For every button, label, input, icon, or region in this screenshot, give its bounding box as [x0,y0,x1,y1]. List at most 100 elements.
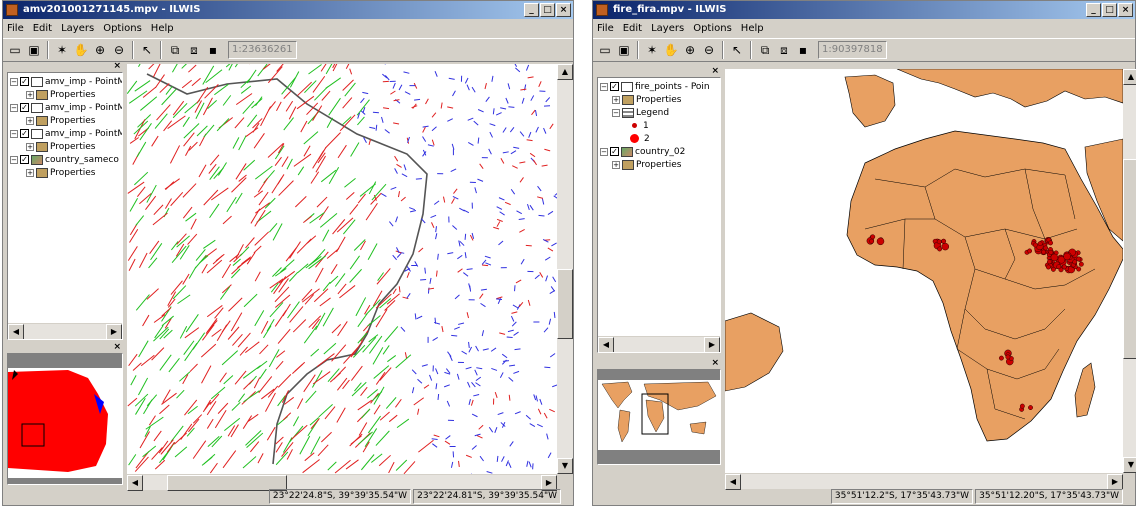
minimize-button[interactable]: _ [1086,3,1101,17]
menu-file[interactable]: File [7,20,24,37]
minimize-button[interactable]: _ [524,3,539,17]
title-bar[interactable]: amv201001271145.mpv - ILWIS _ □ × [3,1,573,19]
collapse-icon[interactable]: − [600,147,608,156]
collapse-icon[interactable]: − [612,108,620,117]
menu-layers[interactable]: Layers [61,20,94,37]
layer-name[interactable]: country_sameco [45,154,119,166]
layer-checkbox[interactable]: ✓ [610,147,619,156]
scroll-left-icon[interactable]: ◀ [598,337,614,352]
close-button[interactable]: × [1118,3,1133,17]
expand-icon[interactable]: + [26,142,34,151]
title-bar[interactable]: fire_fira.mpv - ILWIS _ □ × [593,1,1135,19]
properties-label[interactable]: Properties [636,94,681,106]
expand-icon[interactable]: + [26,168,34,177]
collapse-icon[interactable]: − [10,77,18,86]
expand-icon[interactable]: + [26,116,34,125]
layer-row[interactable]: − ✓ amv_imp - PointM [10,127,122,140]
zoom-out-icon[interactable]: ⊖ [701,42,717,58]
layer-row[interactable]: − ✓ amv_imp - PointM [10,101,122,114]
horizontal-scrollbar[interactable]: ◀ ▶ [8,323,122,339]
maximize-button[interactable]: □ [540,3,555,17]
scroll-thumb[interactable] [1123,159,1136,359]
pointer-icon[interactable]: ✶ [644,42,660,58]
overview-map[interactable] [7,353,123,485]
layer-name[interactable]: country_02 [635,146,685,158]
layer-name[interactable]: amv_imp - PointM [45,76,122,88]
layer-name[interactable]: amv_imp - PointM [45,128,122,140]
open-icon[interactable]: ▣ [616,42,632,58]
scale-field[interactable]: 1:23636261 [228,41,297,59]
scroll-up-icon[interactable]: ▲ [557,64,573,80]
layer-row[interactable]: − ✓ amv_imp - PointM [10,75,122,88]
zoom-in-icon[interactable]: ⊕ [682,42,698,58]
menu-edit[interactable]: Edit [623,20,642,37]
new-map-icon[interactable]: ▭ [597,42,613,58]
select-icon[interactable]: ↖ [139,42,155,58]
properties-row[interactable]: + Properties [600,158,710,171]
scroll-right-icon[interactable]: ▶ [106,324,122,339]
panel-grip[interactable]: × [7,61,123,71]
properties-label[interactable]: Properties [50,115,95,127]
layer-name[interactable]: amv_imp - PointM [45,102,122,114]
close-panel-icon[interactable]: × [711,358,719,368]
expand-icon[interactable]: + [612,95,620,104]
layer-row[interactable]: − ✓ country_sameco [10,153,122,166]
layer-checkbox[interactable]: ✓ [20,155,29,164]
save-icon[interactable]: ▪ [205,42,221,58]
collapse-icon[interactable]: − [10,103,18,112]
layer-remove-icon[interactable]: ⧈ [776,42,792,58]
scroll-down-icon[interactable]: ▼ [557,458,573,474]
scroll-right-icon[interactable]: ▶ [704,337,720,352]
layer-checkbox[interactable]: ✓ [610,82,619,91]
close-panel-icon[interactable]: × [113,61,121,71]
panel-grip[interactable]: × [7,342,123,352]
scroll-thumb[interactable] [557,269,573,339]
layer-checkbox[interactable]: ✓ [20,77,29,86]
layer-row[interactable]: − ✓ country_02 [600,145,710,158]
new-map-icon[interactable]: ▭ [7,42,23,58]
collapse-icon[interactable]: − [10,129,18,138]
zoom-in-icon[interactable]: ⊕ [92,42,108,58]
zoom-out-icon[interactable]: ⊖ [111,42,127,58]
properties-label[interactable]: Properties [636,159,681,171]
scale-field[interactable]: 1:90397818 [818,41,887,59]
maximize-button[interactable]: □ [1102,3,1117,17]
open-icon[interactable]: ▣ [26,42,42,58]
pointer-icon[interactable]: ✶ [54,42,70,58]
menu-help[interactable]: Help [741,20,764,37]
close-panel-icon[interactable]: × [711,66,719,76]
vertical-scrollbar[interactable]: ▲ ▼ [557,64,573,474]
expand-icon[interactable]: + [612,160,620,169]
overview-map[interactable] [597,369,721,465]
menu-layers[interactable]: Layers [651,20,684,37]
pan-icon[interactable]: ✋ [663,42,679,58]
properties-row[interactable]: + Properties [10,140,122,153]
collapse-icon[interactable]: − [600,82,608,91]
close-panel-icon[interactable]: × [113,342,121,352]
layer-row[interactable]: − ✓ fire_points - Poin [600,80,710,93]
properties-row[interactable]: + Properties [10,166,122,179]
save-icon[interactable]: ▪ [795,42,811,58]
layer-name[interactable]: fire_points - Poin [635,81,710,93]
layer-checkbox[interactable]: ✓ [20,103,29,112]
expand-icon[interactable]: + [26,90,34,99]
main-map-view[interactable] [725,69,1123,473]
menu-edit[interactable]: Edit [33,20,52,37]
menu-help[interactable]: Help [151,20,174,37]
panel-grip[interactable]: × [597,358,721,368]
layer-add-icon[interactable]: ⧉ [757,42,773,58]
menu-file[interactable]: File [597,20,614,37]
menu-options[interactable]: Options [103,20,142,37]
scroll-down-icon[interactable]: ▼ [1123,457,1136,473]
select-icon[interactable]: ↖ [729,42,745,58]
scroll-left-icon[interactable]: ◀ [8,324,24,339]
horizontal-scrollbar[interactable]: ◀ ▶ [598,336,720,352]
menu-options[interactable]: Options [693,20,732,37]
properties-label[interactable]: Properties [50,167,95,179]
scroll-up-icon[interactable]: ▲ [1123,69,1136,85]
layer-checkbox[interactable]: ✓ [20,129,29,138]
properties-row[interactable]: + Properties [10,114,122,127]
legend-row[interactable]: − Legend [600,106,710,119]
layer-remove-icon[interactable]: ⧈ [186,42,202,58]
main-map-view[interactable] [127,64,557,474]
